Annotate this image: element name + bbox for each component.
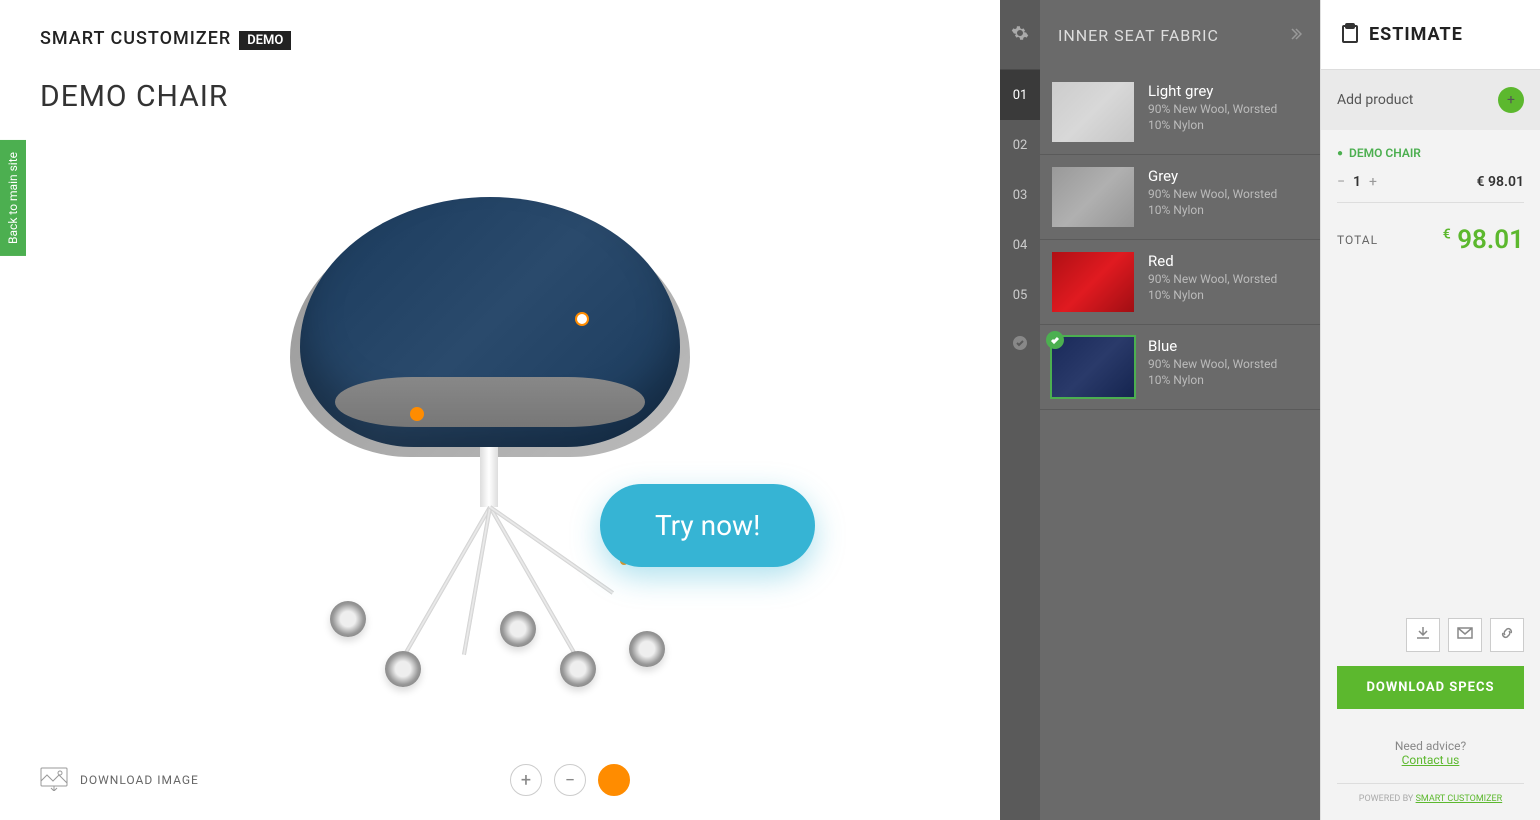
total-label: TOTAL <box>1337 233 1378 247</box>
add-product-button[interactable]: Add product + <box>1321 70 1540 130</box>
estimate-title: ESTIMATE <box>1369 24 1463 45</box>
option-name: Light grey <box>1148 82 1277 100</box>
estimate-body: DEMO CHAIR − 1 + € 98.01 TOTAL € 98.01 <box>1321 130 1540 602</box>
step-done-indicator[interactable] <box>1000 320 1040 370</box>
qty-plus-button[interactable]: + <box>1369 174 1377 190</box>
qty-value: 1 <box>1353 174 1361 190</box>
contact-us-link[interactable]: Contact us <box>1402 753 1460 767</box>
swatch-lightgrey <box>1052 82 1134 142</box>
customization-panel: 0102030405 INNER SEAT FABRIC Light grey 9… <box>1000 0 1320 820</box>
quantity-stepper[interactable]: − 1 + <box>1337 174 1377 190</box>
step-01[interactable]: 01 <box>1000 70 1040 120</box>
download-icon <box>1415 625 1431 645</box>
line-price: € 98.01 <box>1477 174 1524 190</box>
download-button[interactable] <box>1406 618 1440 652</box>
logo: SMART CUSTOMIZER DEMO <box>0 0 1000 49</box>
swatch-grey <box>1052 167 1134 227</box>
zoom-out-button[interactable]: − <box>554 764 586 796</box>
zoom-in-button[interactable]: + <box>510 764 542 796</box>
back-to-main-site-tab[interactable]: Back to main site <box>0 140 26 256</box>
action-icons <box>1337 618 1524 652</box>
qty-minus-button[interactable]: − <box>1337 174 1345 190</box>
download-image-label: DOWNLOAD IMAGE <box>80 773 199 787</box>
add-product-label: Add product <box>1337 92 1413 108</box>
powered-by: POWERED BY SMART CUSTOMIZER <box>1337 783 1524 804</box>
clipboard-icon <box>1341 23 1359 47</box>
main-viewer-panel: SMART CUSTOMIZER DEMO DEMO CHAIR Try now… <box>0 0 1000 820</box>
total-row: TOTAL € 98.01 <box>1337 225 1524 255</box>
product-title: DEMO CHAIR <box>0 49 1000 114</box>
estimate-line-item: − 1 + € 98.01 <box>1337 174 1524 203</box>
option-name: Blue <box>1148 337 1277 355</box>
viewer-bottom-bar: DOWNLOAD IMAGE + − <box>0 740 1000 820</box>
zoom-controls: + − <box>510 764 630 796</box>
step-strip: 0102030405 <box>1000 0 1040 820</box>
gear-icon <box>1011 24 1029 46</box>
logo-badge: DEMO <box>239 31 291 50</box>
swatch-red <box>1052 252 1134 312</box>
estimate-footer: DOWNLOAD SPECS Need advice? Contact us P… <box>1321 602 1540 820</box>
fabric-option-lightgrey[interactable]: Light grey 90% New Wool, Worsted10% Nylon <box>1040 70 1320 155</box>
powered-by-link[interactable]: SMART CUSTOMIZER <box>1416 794 1503 804</box>
options-title: INNER SEAT FABRIC <box>1058 26 1219 45</box>
swatch-blue <box>1052 337 1134 397</box>
hotspot-toggle-button[interactable] <box>598 764 630 796</box>
estimate-panel: ESTIMATE Add product + DEMO CHAIR − 1 + … <box>1320 0 1540 820</box>
option-desc: 90% New Wool, Worsted10% Nylon <box>1148 272 1277 303</box>
share-link-button[interactable] <box>1490 618 1524 652</box>
email-button[interactable] <box>1448 618 1482 652</box>
fabric-option-blue[interactable]: Blue 90% New Wool, Worsted10% Nylon <box>1040 325 1320 410</box>
download-image-button[interactable]: DOWNLOAD IMAGE <box>40 767 199 794</box>
option-name: Grey <box>1148 167 1277 185</box>
fabric-option-grey[interactable]: Grey 90% New Wool, Worsted10% Nylon <box>1040 155 1320 240</box>
option-desc: 90% New Wool, Worsted10% Nylon <box>1148 102 1277 133</box>
step-02[interactable]: 02 <box>1000 120 1040 170</box>
plus-icon: + <box>1498 87 1524 113</box>
advice-question: Need advice? <box>1337 739 1524 753</box>
chevron-right-icon[interactable] <box>1288 26 1302 45</box>
settings-button[interactable] <box>1000 0 1040 70</box>
check-icon <box>1046 331 1064 349</box>
options-list: INNER SEAT FABRIC Light grey 90% New Wool… <box>1040 0 1320 820</box>
step-05[interactable]: 05 <box>1000 270 1040 320</box>
fabric-option-red[interactable]: Red 90% New Wool, Worsted10% Nylon <box>1040 240 1320 325</box>
mail-icon <box>1457 625 1473 645</box>
option-desc: 90% New Wool, Worsted10% Nylon <box>1148 357 1277 388</box>
estimate-header: ESTIMATE <box>1321 0 1540 70</box>
link-icon <box>1499 625 1515 645</box>
estimate-product-name[interactable]: DEMO CHAIR <box>1337 146 1524 160</box>
hotspot-inner-seat[interactable] <box>575 312 589 326</box>
step-04[interactable]: 04 <box>1000 220 1040 270</box>
option-desc: 90% New Wool, Worsted10% Nylon <box>1148 187 1277 218</box>
step-03[interactable]: 03 <box>1000 170 1040 220</box>
options-header: INNER SEAT FABRIC <box>1040 0 1320 70</box>
chair-render <box>280 167 720 687</box>
advice-block: Need advice? Contact us <box>1337 739 1524 767</box>
product-viewer[interactable]: Try now! <box>0 114 1000 740</box>
hotspot-cushion[interactable] <box>410 407 424 421</box>
image-download-icon <box>40 767 68 794</box>
total-price: € 98.01 <box>1443 225 1524 255</box>
logo-brand: SMART CUSTOMIZER <box>40 28 231 49</box>
try-now-button[interactable]: Try now! <box>600 484 815 567</box>
option-name: Red <box>1148 252 1277 270</box>
check-circle-icon <box>1012 335 1028 355</box>
download-specs-button[interactable]: DOWNLOAD SPECS <box>1337 666 1524 709</box>
